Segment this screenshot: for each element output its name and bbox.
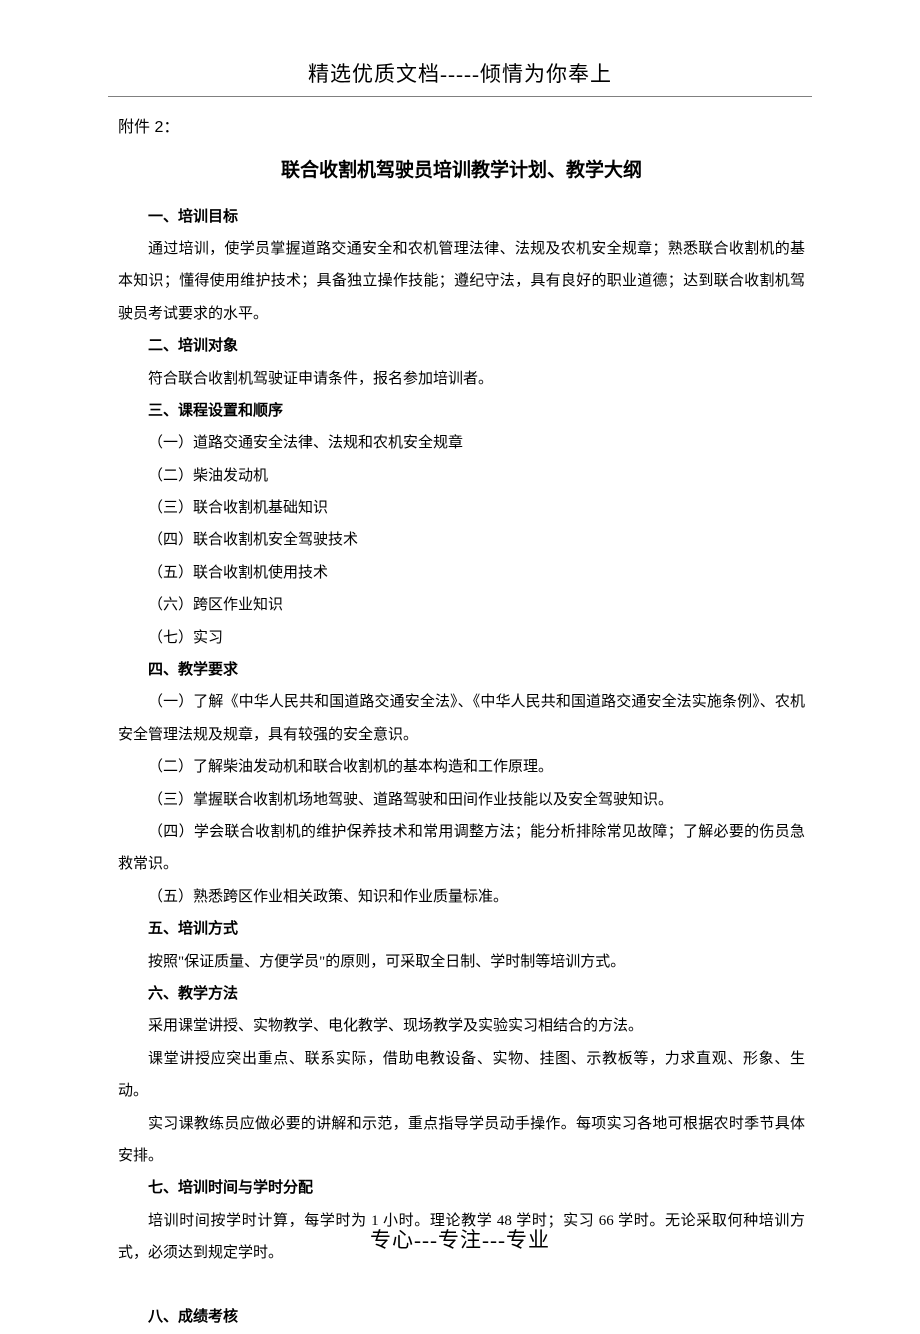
section-3-item-6: （六）跨区作业知识 <box>118 589 805 621</box>
section-8-heading: 八、成绩考核 <box>118 1301 805 1333</box>
section-3-item-1: （一）道路交通安全法律、法规和农机安全规章 <box>118 427 805 459</box>
section-3-item-2: （二）柴油发动机 <box>118 460 805 492</box>
section-5-heading: 五、培训方式 <box>118 913 805 945</box>
section-3-item-4: （四）联合收割机安全驾驶技术 <box>118 524 805 556</box>
section-3-item-5: （五）联合收割机使用技术 <box>118 557 805 589</box>
section-3-item-7: （七）实习 <box>118 622 805 654</box>
section-4-para-5: （五）熟悉跨区作业相关政策、知识和作业质量标准。 <box>118 881 805 913</box>
section-3-item-3: （三）联合收割机基础知识 <box>118 492 805 524</box>
section-6-para-3: 实习课教练员应做必要的讲解和示范，重点指导学员动手操作。每项实习各地可根据农时季… <box>118 1108 805 1173</box>
section-7-heading: 七、培训时间与学时分配 <box>118 1172 805 1204</box>
document-body: 附件 2： 联合收割机驾驶员培训教学计划、教学大纲 一、培训目标 通过培训，使学… <box>0 97 920 1334</box>
section-4-para-2: （二）了解柴油发动机和联合收割机的基本构造和工作原理。 <box>118 751 805 783</box>
section-5-para: 按照"保证质量、方便学员"的原则，可采取全日制、学时制等培训方式。 <box>118 946 805 978</box>
attachment-label: 附件 2： <box>118 111 805 146</box>
page-header: 精选优质文档-----倾情为你奉上 <box>0 0 920 96</box>
section-3-heading: 三、课程设置和顺序 <box>118 395 805 427</box>
section-4-para-3: （三）掌握联合收割机场地驾驶、道路驾驶和田间作业技能以及安全驾驶知识。 <box>118 784 805 816</box>
section-6-heading: 六、教学方法 <box>118 978 805 1010</box>
section-2-para: 符合联合收割机驾驶证申请条件，报名参加培训者。 <box>118 363 805 395</box>
page-footer: 专心---专注---专业 <box>0 1224 920 1254</box>
section-4-heading: 四、教学要求 <box>118 654 805 686</box>
document-title: 联合收割机驾驶员培训教学计划、教学大纲 <box>118 150 805 191</box>
section-4-para-4: （四）学会联合收割机的维护保养技术和常用调整方法；能分析排除常见故障；了解必要的… <box>118 816 805 881</box>
section-4-para-1: （一）了解《中华人民共和国道路交通安全法》、《中华人民共和国道路交通安全法实施条… <box>118 686 805 751</box>
section-6-para-2: 课堂讲授应突出重点、联系实际，借助电教设备、实物、挂图、示教板等，力求直观、形象… <box>118 1043 805 1108</box>
section-spacer <box>118 1269 805 1301</box>
section-2-heading: 二、培训对象 <box>118 330 805 362</box>
section-6-para-1: 采用课堂讲授、实物教学、电化教学、现场教学及实验实习相结合的方法。 <box>118 1010 805 1042</box>
section-1-para: 通过培训，使学员掌握道路交通安全和农机管理法律、法规及农机安全规章；熟悉联合收割… <box>118 233 805 330</box>
section-1-heading: 一、培训目标 <box>118 201 805 233</box>
